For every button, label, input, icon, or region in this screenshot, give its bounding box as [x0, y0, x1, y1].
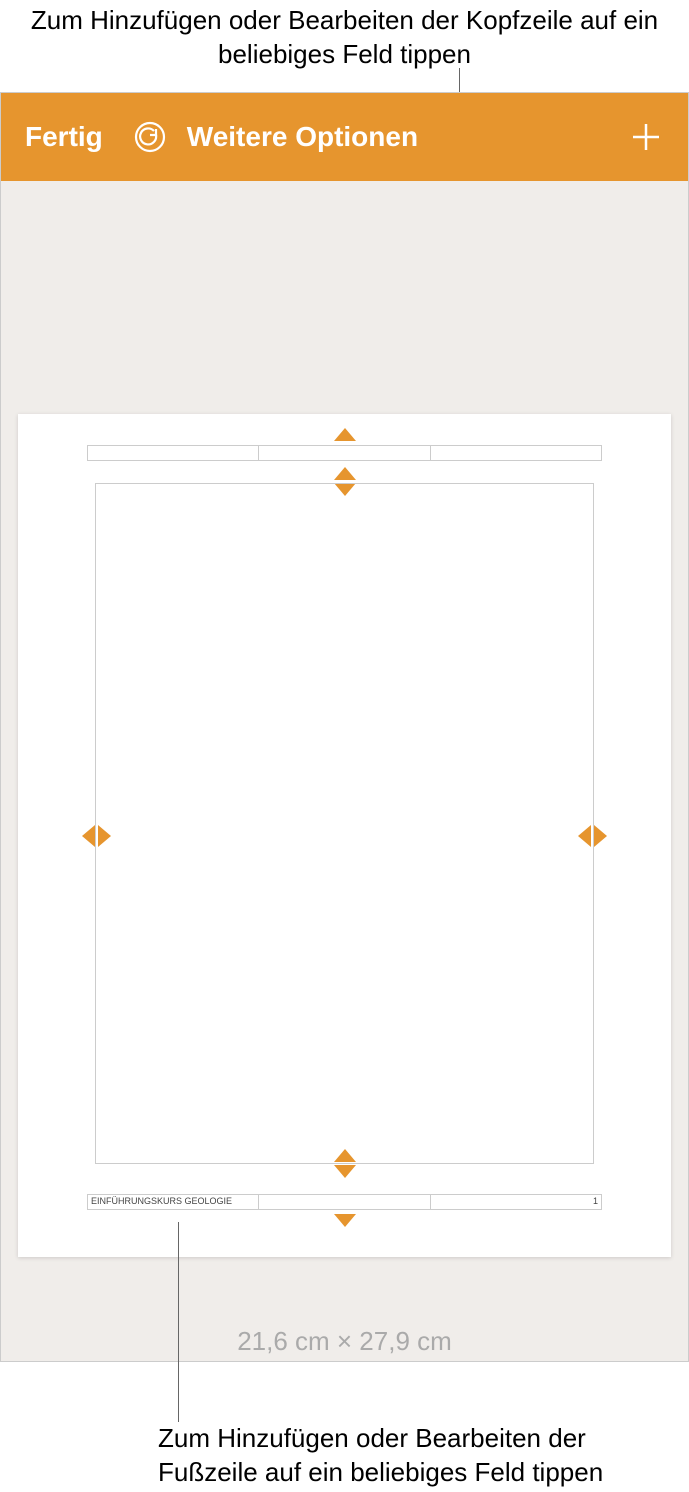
page-body[interactable]	[95, 483, 594, 1164]
callout-footer-line	[178, 1222, 179, 1422]
header-field-center[interactable]	[258, 445, 429, 461]
footer-field-right[interactable]: 1	[430, 1194, 602, 1210]
page-dimensions-label: 21,6 cm × 27,9 cm	[1, 1326, 688, 1357]
triangle-right-icon	[98, 825, 111, 847]
margin-handle-top-outer[interactable]	[334, 428, 356, 441]
document-page[interactable]: EINFÜHRUNGSKURS GEOLOGIE 1	[18, 414, 671, 1257]
header-fields	[87, 445, 602, 461]
triangle-right-icon	[594, 825, 607, 847]
header-field-left[interactable]	[87, 445, 258, 461]
undo-button[interactable]	[131, 118, 169, 156]
triangle-down-icon	[334, 1165, 356, 1178]
more-options-button[interactable]: Weitere Optionen	[187, 121, 418, 153]
plus-icon	[629, 120, 663, 154]
triangle-up-icon	[334, 1149, 356, 1162]
header-field-right[interactable]	[430, 445, 602, 461]
triangle-left-icon	[578, 825, 591, 847]
footer-field-left[interactable]: EINFÜHRUNGSKURS GEOLOGIE	[87, 1194, 258, 1210]
done-button[interactable]: Fertig	[25, 121, 103, 153]
add-button[interactable]	[622, 113, 670, 161]
triangle-up-icon	[334, 467, 356, 480]
toolbar: Fertig Weitere Optionen	[1, 93, 688, 181]
margin-handle-right[interactable]	[578, 825, 607, 847]
undo-icon	[133, 120, 167, 154]
footer-field-center[interactable]	[258, 1194, 429, 1210]
callout-footer: Zum Hinzufügen oder Bearbeiten der Fußze…	[158, 1422, 689, 1490]
callout-header: Zum Hinzufügen oder Bearbeiten der Kopfz…	[0, 0, 689, 72]
margin-handle-left[interactable]	[82, 825, 111, 847]
triangle-down-icon	[334, 1214, 356, 1227]
margin-handle-bottom-inner[interactable]	[334, 1149, 356, 1178]
callout-header-text: Zum Hinzufügen oder Bearbeiten der Kopfz…	[0, 4, 689, 72]
triangle-up-icon	[334, 428, 356, 441]
margin-handle-bottom-outer[interactable]	[334, 1214, 356, 1227]
canvas-area[interactable]: EINFÜHRUNGSKURS GEOLOGIE 1 21,6 cm × 27,…	[1, 181, 688, 1361]
app-frame: Fertig Weitere Optionen	[0, 92, 689, 1362]
callout-footer-text: Zum Hinzufügen oder Bearbeiten der Fußze…	[158, 1422, 689, 1490]
footer-fields: EINFÜHRUNGSKURS GEOLOGIE 1	[87, 1194, 602, 1210]
triangle-left-icon	[82, 825, 95, 847]
